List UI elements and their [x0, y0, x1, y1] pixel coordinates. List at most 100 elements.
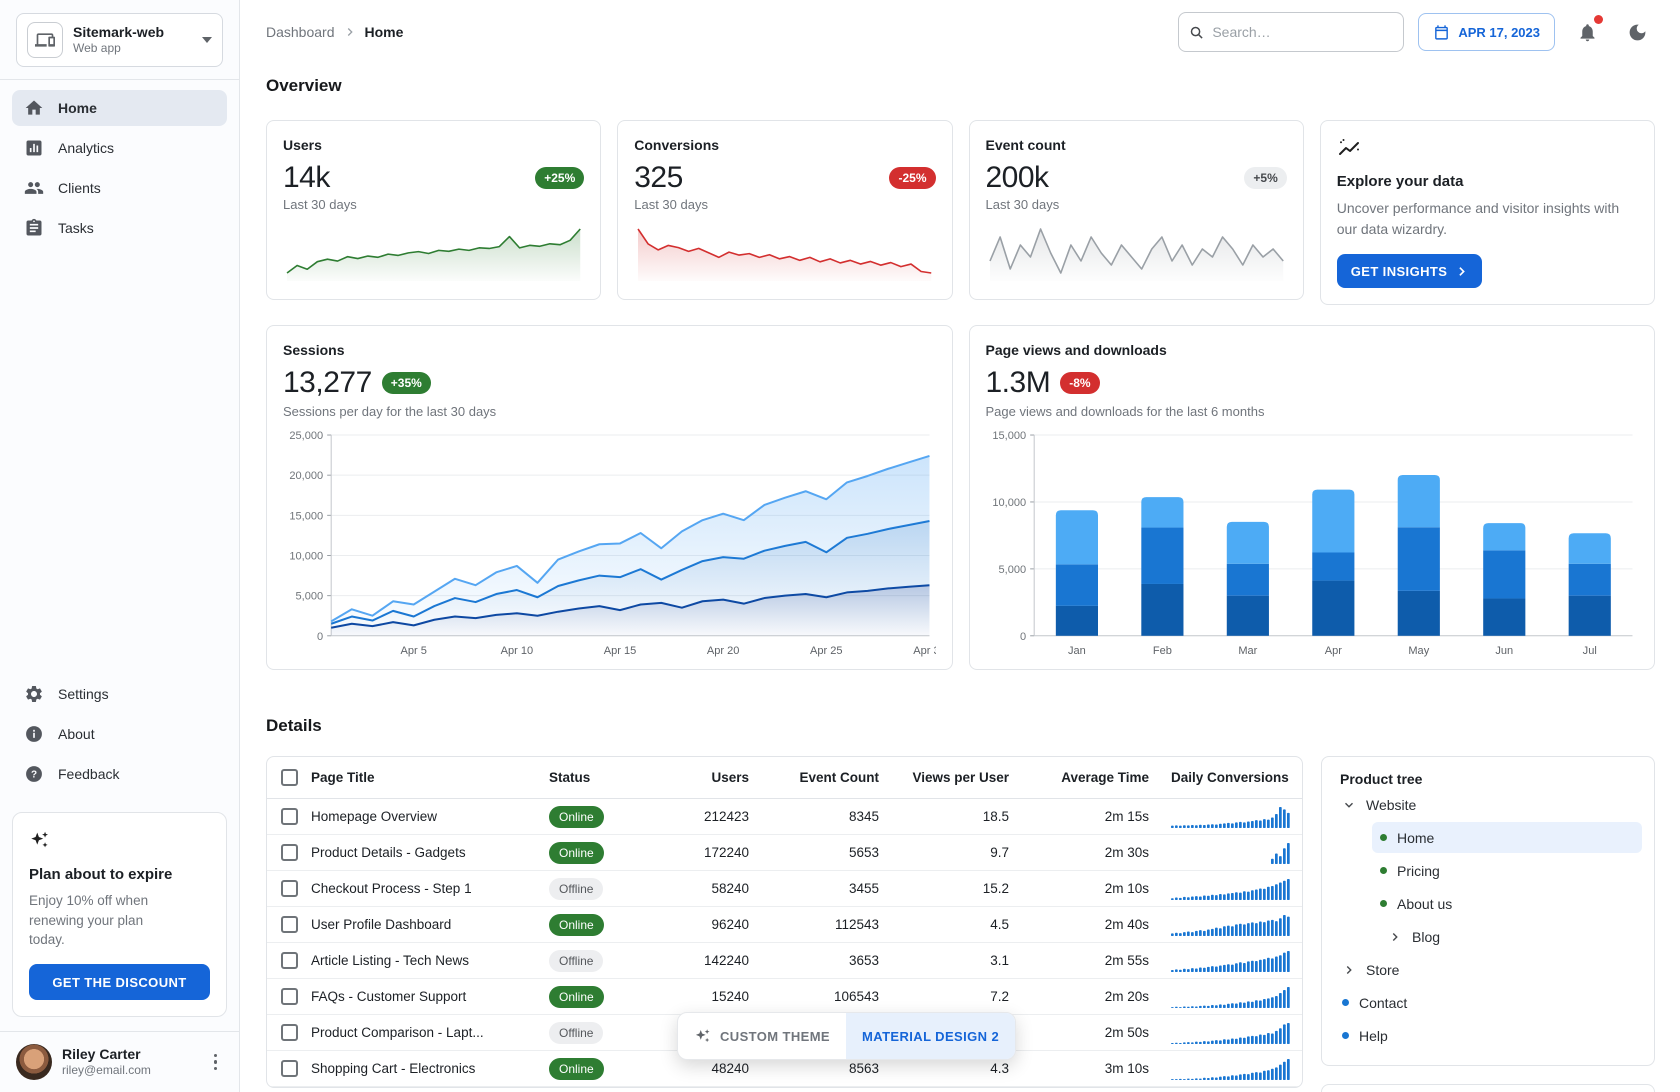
daily-conversions-sparkline	[1171, 841, 1291, 865]
svg-text:5,000: 5,000	[296, 591, 324, 603]
notification-badge	[1594, 15, 1603, 24]
trend-chip: -25%	[889, 167, 935, 189]
tree-item-help[interactable]: Help	[1334, 1020, 1642, 1051]
status-badge: Online	[549, 842, 604, 864]
stat-card-users[interactable]: Users 14k +25% Last 30 days	[266, 120, 601, 300]
stat-card-conversions[interactable]: Conversions 325 -25% Last 30 days	[617, 120, 952, 300]
daily-conversions-cell	[1155, 805, 1301, 829]
workspace-labels: Sitemark-web Web app	[73, 24, 192, 57]
sidebar-item-feedback[interactable]: ? Feedback	[12, 756, 227, 792]
row-checkbox[interactable]	[281, 916, 298, 933]
daily-conversions-sparkline	[1171, 985, 1291, 1009]
row-checkbox[interactable]	[281, 844, 298, 861]
avatar	[16, 1044, 52, 1080]
tree-item-about-us[interactable]: About us	[1372, 888, 1642, 919]
tree-item-label: Help	[1359, 1028, 1388, 1044]
workspace-name: Sitemark-web	[73, 24, 192, 42]
row-checkbox[interactable]	[281, 1060, 298, 1077]
search-input[interactable]	[1212, 24, 1393, 40]
pageviews-bar-chart: 05,00010,00015,000JanFebMarAprMayJunJul	[986, 427, 1639, 662]
material-design-2-label: MATERIAL DESIGN 2	[862, 1029, 999, 1044]
gear-icon	[24, 684, 44, 704]
breadcrumb-dashboard[interactable]: Dashboard	[266, 24, 335, 40]
sidebar-item-tasks[interactable]: Tasks	[12, 210, 227, 246]
user-menu-button[interactable]	[208, 1048, 224, 1077]
select-all-checkbox[interactable]	[281, 769, 298, 786]
details-heading: Details	[266, 716, 1655, 736]
col-daily-conversions: Daily Conversions	[1155, 770, 1301, 785]
stat-caption: Last 30 days	[283, 197, 584, 212]
explore-data-card: Explore your data Uncover performance an…	[1320, 120, 1655, 305]
sidebar-item-analytics[interactable]: Analytics	[12, 130, 227, 166]
tree-item-blog[interactable]: Blog	[1380, 921, 1642, 952]
status-cell: Online	[549, 914, 645, 936]
sidebar-item-clients[interactable]: Clients	[12, 170, 227, 206]
users-cell: 15240	[645, 989, 755, 1004]
green-dot-icon	[1380, 900, 1387, 907]
row-checkbox[interactable]	[281, 952, 298, 969]
table-row[interactable]: Product Details - GadgetsOnline172240565…	[267, 835, 1302, 871]
table-row[interactable]: Checkout Process - Step 1Offline58240345…	[267, 871, 1302, 907]
views-per-user-cell: 4.5	[885, 917, 1015, 932]
tree-item-website[interactable]: Website	[1334, 789, 1642, 820]
table-row[interactable]: User Profile DashboardOnline962401125434…	[267, 907, 1302, 943]
material-design-2-button[interactable]: MATERIAL DESIGN 2	[846, 1013, 1015, 1059]
get-insights-button[interactable]: GET INSIGHTS	[1337, 254, 1483, 288]
status-cell: Online	[549, 842, 645, 864]
tree-item-store[interactable]: Store	[1334, 954, 1642, 985]
average-time-cell: 2m 50s	[1015, 1025, 1155, 1040]
devices-icon	[27, 22, 63, 58]
table-row[interactable]: FAQs - Customer SupportOnline15240106543…	[267, 979, 1302, 1015]
user-texts: Riley Carter riley@email.com	[62, 1045, 198, 1079]
row-checkbox[interactable]	[281, 1024, 298, 1041]
stat-card-event-count[interactable]: Event count 200k +5% Last 30 days	[969, 120, 1304, 300]
calendar-icon	[1433, 24, 1450, 41]
table-row[interactable]: Article Listing - Tech NewsOffline142240…	[267, 943, 1302, 979]
daily-conversions-cell	[1155, 985, 1301, 1009]
date-picker-button[interactable]: APR 17, 2023	[1418, 13, 1555, 51]
get-discount-button[interactable]: GET THE DISCOUNT	[29, 964, 210, 1000]
daily-conversions-sparkline	[1171, 877, 1291, 901]
users-cell: 212423	[645, 809, 755, 824]
event-count-cell: 112543	[755, 917, 885, 932]
col-views-per-user: Views per User	[885, 770, 1015, 785]
sidebar-item-label: Settings	[58, 686, 109, 702]
sidebar-item-label: Tasks	[58, 220, 94, 236]
sidebar-item-label: About	[58, 726, 95, 742]
workspace-select[interactable]: Sitemark-web Web app	[16, 13, 223, 67]
topbar-controls: APR 17, 2023	[1178, 12, 1655, 52]
notifications-button[interactable]	[1569, 14, 1605, 50]
daily-conversions-cell	[1155, 949, 1301, 973]
row-checkbox[interactable]	[281, 880, 298, 897]
chart-title: Sessions	[283, 342, 936, 358]
event-count-cell: 3455	[755, 881, 885, 896]
custom-theme-button[interactable]: CUSTOM THEME	[678, 1013, 846, 1059]
table-row[interactable]: Homepage OverviewOnline212423834518.52m …	[267, 799, 1302, 835]
chevron-right-icon	[343, 25, 357, 39]
tree-item-pricing[interactable]: Pricing	[1372, 855, 1642, 886]
event-count-cell: 3653	[755, 953, 885, 968]
status-cell: Offline	[549, 1022, 645, 1044]
status-badge: Offline	[549, 950, 603, 972]
explore-body: Uncover performance and visitor insights…	[1337, 198, 1638, 240]
row-checkbox-cell	[267, 844, 311, 861]
sidebar-item-home[interactable]: Home	[12, 90, 227, 126]
daily-conversions-sparkline	[1171, 949, 1291, 973]
svg-text:Mar: Mar	[1238, 645, 1257, 657]
views-per-user-cell: 15.2	[885, 881, 1015, 896]
svg-text:0: 0	[317, 631, 323, 643]
clipboard-icon	[24, 218, 44, 238]
row-checkbox[interactable]	[281, 808, 298, 825]
row-checkbox[interactable]	[281, 988, 298, 1005]
sidebar-item-settings[interactable]: Settings	[12, 676, 227, 712]
row-checkbox-cell	[267, 880, 311, 897]
theme-toggle: CUSTOM THEME MATERIAL DESIGN 2	[677, 1012, 1016, 1060]
sidebar-item-about[interactable]: About	[12, 716, 227, 752]
dark-mode-toggle[interactable]	[1619, 14, 1655, 50]
stat-value: 200k	[986, 161, 1049, 195]
product-tree-card: Product tree Website Home Pricing	[1321, 756, 1655, 1066]
search-box	[1178, 12, 1404, 52]
tree-item-home[interactable]: Home	[1372, 822, 1642, 853]
tree-item-contact[interactable]: Contact	[1334, 987, 1642, 1018]
average-time-cell: 2m 10s	[1015, 881, 1155, 896]
